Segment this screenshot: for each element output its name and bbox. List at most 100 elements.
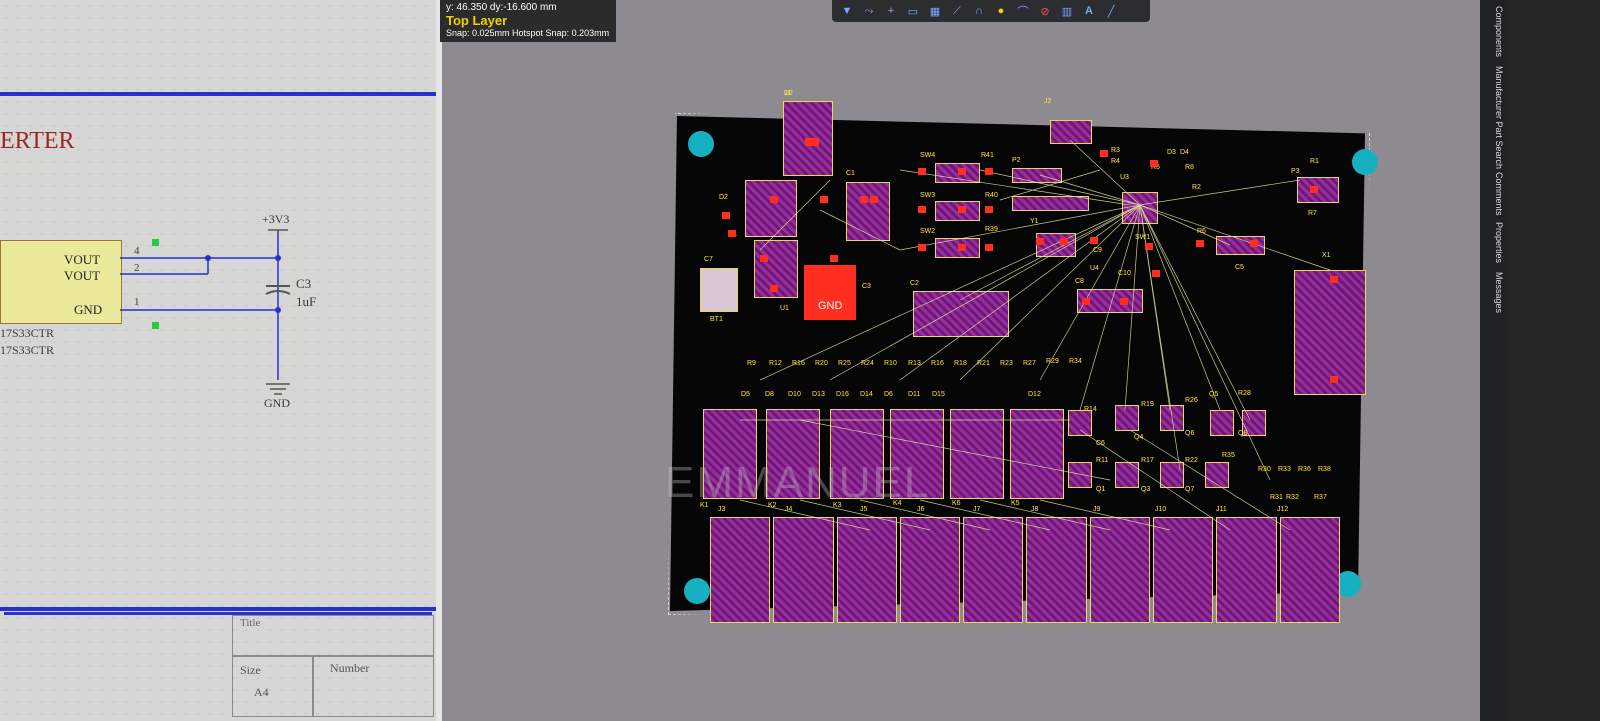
- line-icon[interactable]: ╱: [1102, 3, 1120, 19]
- pad[interactable]: [770, 196, 778, 203]
- pad[interactable]: [1330, 376, 1338, 383]
- text-icon[interactable]: A: [1080, 3, 1098, 19]
- route-icon[interactable]: ⤳: [860, 3, 878, 19]
- measure-icon[interactable]: ⟋: [948, 3, 966, 19]
- pad[interactable]: [1090, 237, 1098, 244]
- ic-u3[interactable]: [1122, 192, 1158, 224]
- pad[interactable]: [918, 206, 926, 213]
- refdes-label: K6: [952, 500, 961, 507]
- component-u4[interactable]: [913, 291, 1009, 337]
- transistor-group[interactable]: [1115, 405, 1139, 431]
- pad[interactable]: [805, 138, 819, 146]
- header-p3[interactable]: [1297, 177, 1339, 203]
- pad[interactable]: [985, 244, 993, 251]
- pad[interactable]: [1120, 298, 1128, 305]
- refdes-label: P2: [1012, 157, 1021, 164]
- pad[interactable]: [870, 196, 878, 203]
- header-p2-row2[interactable]: [1012, 196, 1089, 211]
- transistor-group[interactable]: [1068, 410, 1092, 436]
- transistor-group[interactable]: [1115, 462, 1139, 488]
- terminal-j12[interactable]: [1279, 517, 1340, 623]
- pad[interactable]: [958, 206, 966, 213]
- pad[interactable]: [1036, 238, 1044, 245]
- refdes-label: R18: [954, 360, 967, 367]
- tab-messages[interactable]: Messages: [1484, 272, 1504, 313]
- select-rect-icon[interactable]: ▭: [904, 3, 922, 19]
- pad[interactable]: [918, 168, 926, 175]
- pad[interactable]: [958, 244, 966, 251]
- terminal-j9[interactable]: [1089, 517, 1151, 623]
- arc-icon[interactable]: ⌒: [1014, 3, 1032, 19]
- pad[interactable]: [728, 230, 736, 237]
- transistor-group[interactable]: [1160, 462, 1184, 488]
- pad[interactable]: [1250, 240, 1258, 247]
- terminal-j4[interactable]: [773, 517, 834, 623]
- pin-icon[interactable]: ●: [992, 3, 1010, 19]
- refdes-label: C10: [1118, 270, 1131, 277]
- crystal-y1[interactable]: [1036, 233, 1076, 257]
- terminal-j6[interactable]: [899, 517, 961, 623]
- component-c1[interactable]: [745, 180, 797, 237]
- pad[interactable]: [985, 206, 993, 213]
- refdes-label: J6: [917, 506, 925, 513]
- pad[interactable]: [830, 270, 838, 277]
- keepout-icon[interactable]: ⊘: [1036, 3, 1054, 19]
- refdes-label: D11: [908, 391, 921, 398]
- mounting-hole[interactable]: [688, 131, 714, 157]
- refdes-label: Y1: [1030, 218, 1039, 225]
- pad[interactable]: [820, 196, 828, 203]
- refdes-label: K5: [1011, 500, 1020, 507]
- tab-properties[interactable]: Properties: [1484, 222, 1504, 263]
- refdes-label: C7: [704, 256, 713, 263]
- filter-icon[interactable]: ▼: [838, 3, 856, 19]
- pad[interactable]: [1152, 270, 1160, 277]
- pad[interactable]: [918, 244, 926, 251]
- terminal-j5[interactable]: [836, 517, 897, 623]
- terminal-j11[interactable]: [1216, 517, 1277, 623]
- pad[interactable]: [1310, 186, 1318, 193]
- relay-k5[interactable]: [1010, 409, 1064, 499]
- graph-icon[interactable]: ▥: [1058, 3, 1076, 19]
- terminal-j10[interactable]: [1153, 517, 1214, 623]
- refdes-label: K4: [893, 500, 902, 507]
- pad[interactable]: [860, 196, 868, 203]
- net-label-3v3: +3V3: [262, 212, 290, 226]
- refdes-label: U2: [784, 90, 793, 97]
- pad[interactable]: [830, 255, 838, 262]
- pad[interactable]: [1060, 238, 1068, 245]
- terminal-j7[interactable]: [963, 517, 1024, 623]
- pad[interactable]: [760, 255, 768, 262]
- pad[interactable]: [1082, 298, 1090, 305]
- component-c2[interactable]: [846, 182, 890, 241]
- refdes-label: R40: [985, 192, 998, 199]
- pad[interactable]: [722, 212, 730, 219]
- transistor-group[interactable]: [1160, 405, 1184, 431]
- tab-manufacturer-part-search[interactable]: Manufacturer Part Search: [1484, 66, 1504, 169]
- mounting-hole[interactable]: [684, 578, 710, 604]
- schematic-editor[interactable]: ERTER VOUT VOUT GND 4 2 1 17S33CTR 17S33…: [0, 0, 436, 721]
- tab-components[interactable]: Components: [1484, 6, 1504, 57]
- header-p2-row1[interactable]: [1012, 168, 1062, 183]
- pad[interactable]: [985, 168, 993, 175]
- terminal-j3[interactable]: [710, 517, 771, 623]
- tab-comments[interactable]: Comments: [1484, 172, 1504, 216]
- pad[interactable]: [1100, 150, 1108, 157]
- terminal-block-row: [710, 517, 1340, 623]
- interactive-route-icon[interactable]: ∩: [970, 3, 988, 19]
- transistor-group[interactable]: [1210, 410, 1234, 436]
- mounting-hole[interactable]: [1352, 149, 1378, 175]
- relay-k6[interactable]: [950, 409, 1004, 499]
- terminal-j8[interactable]: [1026, 517, 1087, 623]
- transistor-group[interactable]: [1068, 462, 1092, 488]
- header-j2[interactable]: [1050, 120, 1092, 144]
- chip-icon[interactable]: ▦: [926, 3, 944, 19]
- pad[interactable]: [1150, 160, 1158, 167]
- add-icon[interactable]: +: [882, 3, 900, 19]
- pad[interactable]: [1145, 243, 1153, 250]
- transistor-group[interactable]: [1205, 462, 1229, 488]
- pad[interactable]: [1330, 276, 1338, 283]
- component-u2[interactable]: [700, 268, 738, 312]
- pad[interactable]: [958, 168, 966, 175]
- pad[interactable]: [1196, 240, 1204, 247]
- pad[interactable]: [770, 285, 778, 292]
